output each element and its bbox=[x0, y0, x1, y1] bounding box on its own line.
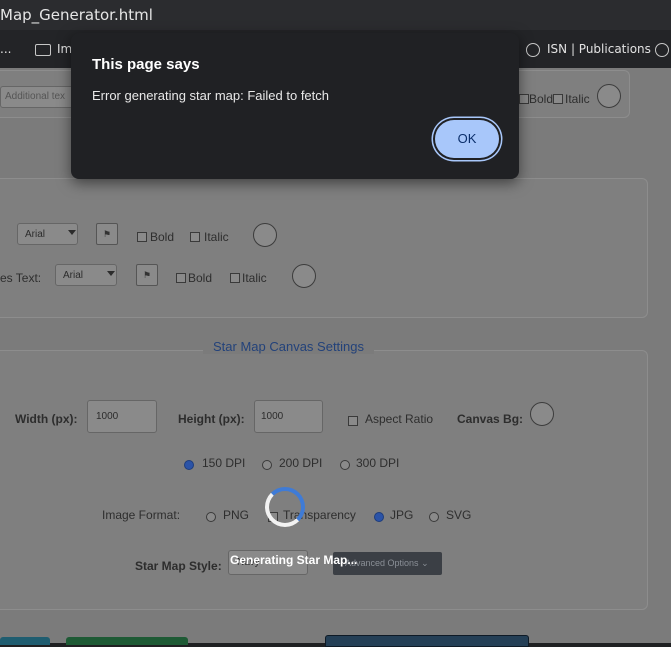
loading-spinner-icon bbox=[265, 487, 305, 527]
aspect-ratio-checkbox[interactable] bbox=[348, 416, 358, 426]
dpi-300-radio[interactable] bbox=[340, 460, 350, 470]
canvas-settings-legend: Star Map Canvas Settings bbox=[203, 339, 375, 354]
chevron-down-icon: ⌄ bbox=[421, 558, 429, 568]
italic-label-1: Italic bbox=[204, 230, 229, 244]
font-color-button-2[interactable]: ⚑ bbox=[136, 264, 158, 286]
bold-checkbox-2[interactable] bbox=[176, 273, 186, 283]
folder-icon bbox=[35, 44, 51, 56]
italic-label-2: Italic bbox=[242, 271, 267, 285]
canvas-bg-label: Canvas Bg: bbox=[457, 412, 524, 426]
height-input[interactable]: 1000 bbox=[254, 400, 323, 433]
generating-text: Generating Star Map... bbox=[230, 553, 358, 567]
star-map-style-label: Star Map Style: bbox=[135, 559, 222, 573]
format-jpg-label: JPG bbox=[390, 508, 414, 522]
width-input[interactable]: 1000 bbox=[87, 400, 157, 433]
canvas-settings-panel bbox=[0, 350, 648, 610]
bold-checkbox-1[interactable] bbox=[137, 232, 147, 242]
height-label: Height (px): bbox=[178, 412, 245, 426]
canvas-bg-color-picker[interactable] bbox=[530, 402, 554, 426]
dialog-title: This page says bbox=[92, 56, 200, 73]
dpi-150-label: 150 DPI bbox=[202, 456, 246, 470]
dpi-150-radio[interactable] bbox=[184, 460, 194, 470]
alert-dialog: This page says Error generating star map… bbox=[71, 33, 519, 179]
globe-icon bbox=[526, 43, 540, 57]
italic-checkbox[interactable] bbox=[553, 94, 563, 104]
color-picker-1[interactable] bbox=[253, 223, 277, 247]
bottom-button-3[interactable] bbox=[325, 635, 529, 647]
dpi-200-label: 200 DPI bbox=[279, 456, 323, 470]
format-jpg-radio[interactable] bbox=[374, 512, 384, 522]
format-png-label: PNG bbox=[223, 508, 250, 522]
bookmark-item-2[interactable]: Im bbox=[57, 42, 72, 56]
globe-icon bbox=[655, 43, 669, 57]
italic-checkbox-1[interactable] bbox=[190, 232, 200, 242]
italic-checkbox-2[interactable] bbox=[230, 273, 240, 283]
font-color-button-1[interactable]: ⚑ bbox=[96, 223, 118, 245]
width-label: Width (px): bbox=[15, 412, 78, 426]
bold-checkbox[interactable] bbox=[519, 94, 529, 104]
dpi-200-radio[interactable] bbox=[262, 460, 272, 470]
color-picker-2[interactable] bbox=[292, 264, 316, 288]
color-picker[interactable] bbox=[597, 84, 621, 108]
text-styles-panel bbox=[0, 178, 648, 318]
format-svg-label: SVG bbox=[446, 508, 472, 522]
dialog-message: Error generating star map: Failed to fet… bbox=[92, 88, 330, 103]
format-png-radio[interactable] bbox=[206, 512, 216, 522]
bold-label-2: Bold bbox=[188, 271, 213, 285]
image-format-label: Image Format: bbox=[102, 508, 181, 522]
ok-button[interactable]: OK bbox=[435, 120, 499, 158]
bookmark-isn-publications[interactable]: ISN | Publications bbox=[547, 42, 651, 56]
bold-label-1: Bold bbox=[150, 230, 175, 244]
bottom-button-2[interactable] bbox=[66, 637, 188, 645]
dpi-300-label: 300 DPI bbox=[356, 456, 400, 470]
tab-title[interactable]: Map_Generator.html bbox=[0, 6, 153, 24]
bottom-button-1[interactable] bbox=[0, 637, 50, 645]
row2-label: es Text: bbox=[0, 271, 42, 285]
chevron-down-icon bbox=[68, 230, 76, 235]
aspect-ratio-label: Aspect Ratio bbox=[365, 412, 434, 426]
chevron-down-icon bbox=[107, 271, 115, 276]
bookmark-item-1[interactable]: ... bbox=[0, 42, 11, 56]
bold-label: Bold bbox=[529, 92, 554, 106]
italic-label: Italic bbox=[565, 92, 590, 106]
format-svg-radio[interactable] bbox=[429, 512, 439, 522]
